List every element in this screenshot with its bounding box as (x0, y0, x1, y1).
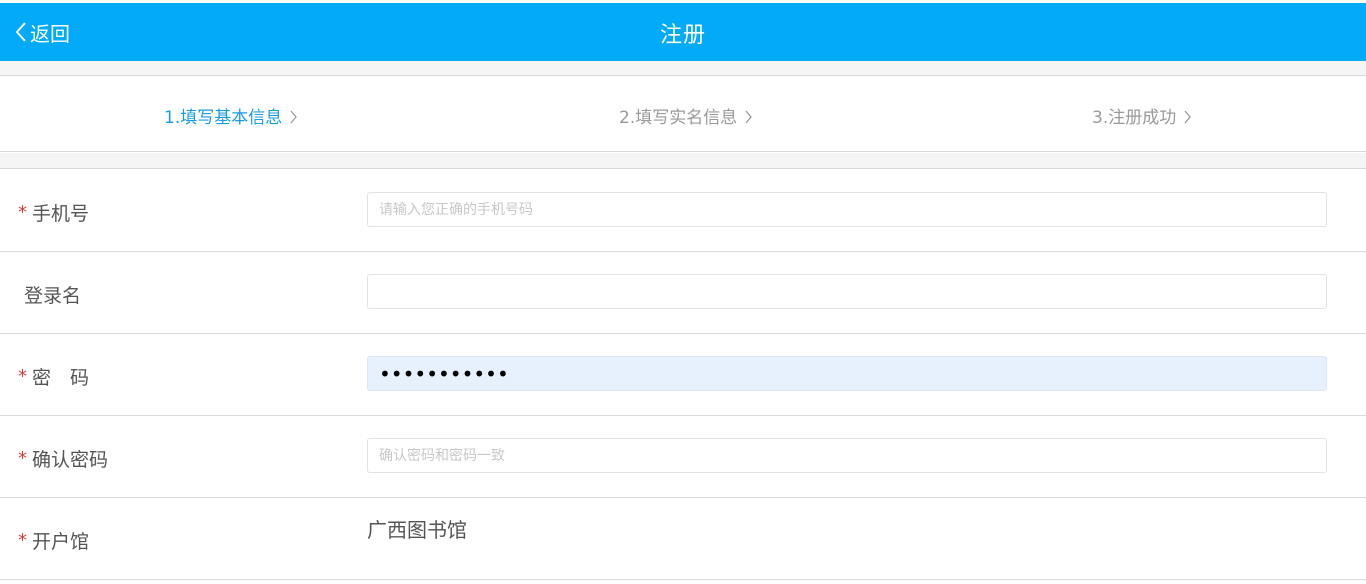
login-name-input[interactable] (367, 274, 1327, 309)
library-value: 广西图书馆 (367, 518, 467, 542)
step-label: 2.填写实名信息 (619, 108, 738, 128)
form-row-library: * 开户馆 广西图书馆 (0, 498, 1366, 580)
step-basic-info: 1.填写基本信息 (164, 103, 298, 128)
section-divider (0, 153, 1366, 169)
phone-label-text: 手机号 (32, 203, 90, 225)
login-name-label-text: 登录名 (24, 285, 82, 307)
library-label: * 开户馆 (18, 527, 89, 554)
confirm-password-input[interactable] (367, 438, 1327, 473)
required-mark: * (18, 366, 27, 387)
section-divider (0, 61, 1366, 76)
step-register-success: 3.注册成功 (1092, 103, 1192, 128)
password-label: * 密 码 (18, 363, 89, 390)
step-label: 1.填写基本信息 (164, 108, 283, 128)
confirm-password-label-text: 确认密码 (32, 449, 109, 471)
required-mark: * (18, 448, 27, 469)
form-row-confirm-password: * 确认密码 (0, 416, 1366, 498)
step-real-name-info: 2.填写实名信息 (619, 103, 753, 128)
login-name-label: 登录名 (24, 281, 81, 308)
password-input[interactable] (367, 356, 1327, 391)
library-label-text: 开户馆 (32, 531, 90, 553)
required-mark: * (18, 202, 27, 223)
password-label-text: 密 码 (32, 367, 90, 389)
chevron-right-icon (1184, 110, 1192, 123)
page-title: 注册 (659, 23, 706, 48)
form-row-phone: * 手机号 (0, 170, 1366, 252)
step-label: 3.注册成功 (1092, 108, 1177, 128)
app-header: 返回 注册 (0, 3, 1366, 61)
chevron-right-icon (745, 110, 753, 123)
form-row-login-name: 登录名 (0, 252, 1366, 334)
phone-input[interactable] (367, 192, 1327, 227)
phone-label: * 手机号 (18, 199, 89, 226)
form-row-password: * 密 码 (0, 334, 1366, 416)
required-mark: * (18, 530, 27, 551)
progress-steps: 1.填写基本信息 2.填写实名信息 3.注册成功 (0, 77, 1366, 152)
chevron-right-icon (290, 110, 298, 123)
confirm-password-label: * 确认密码 (18, 445, 108, 472)
